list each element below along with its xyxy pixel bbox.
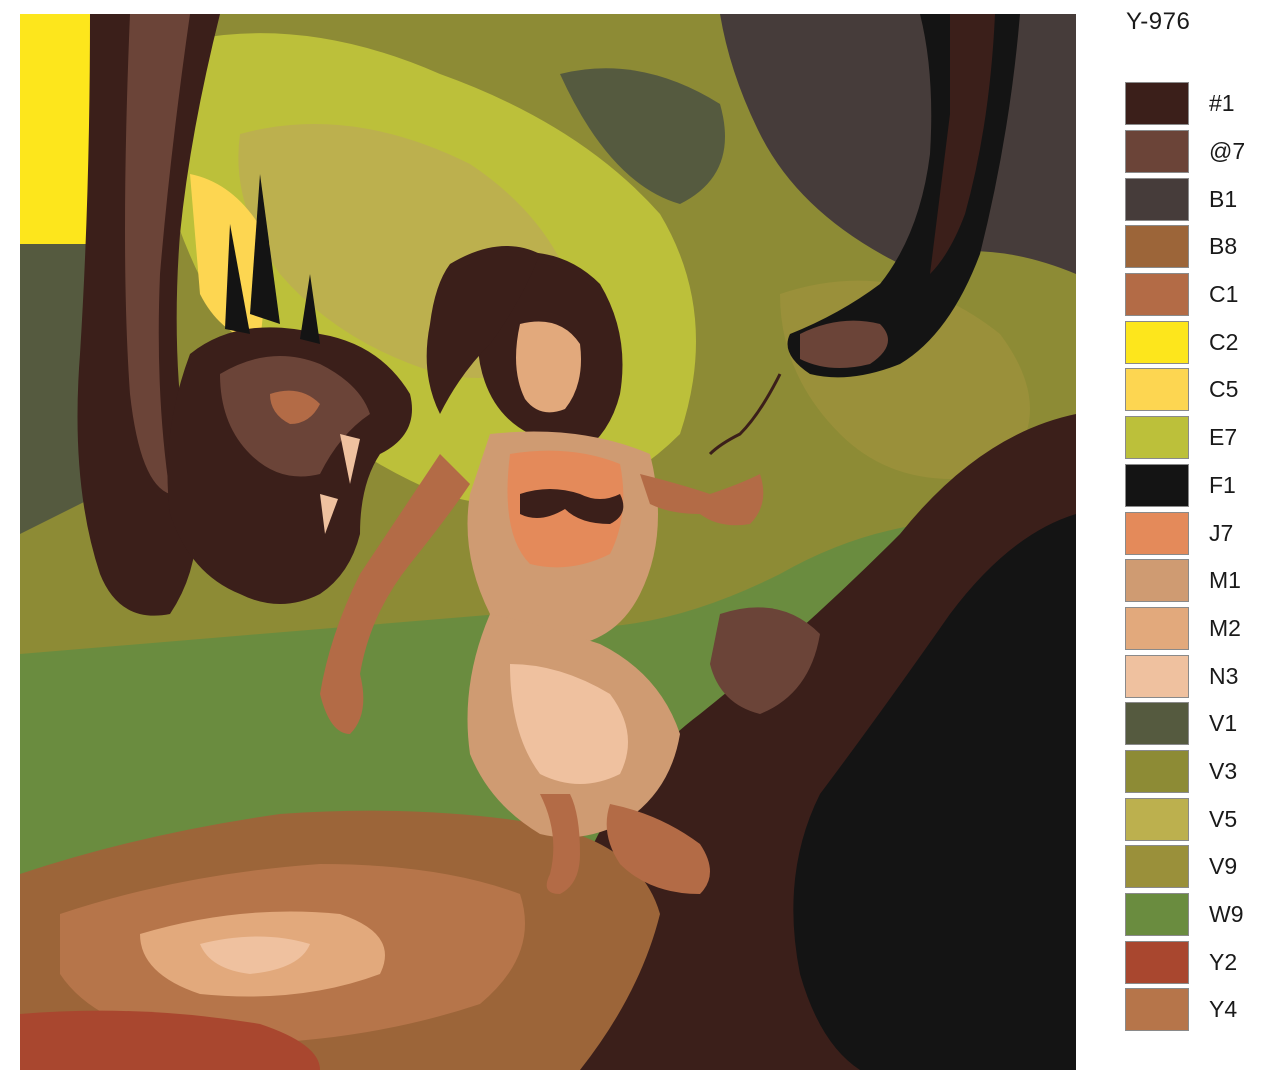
color-swatch [1125, 797, 1189, 841]
palette-entry: V9 [1125, 843, 1265, 891]
color-swatch [1125, 511, 1189, 555]
color-swatch [1125, 606, 1189, 650]
color-swatch [1125, 177, 1189, 221]
color-code-label: C1 [1209, 281, 1239, 308]
palette-entry: Y4 [1125, 986, 1265, 1034]
color-swatch [1125, 559, 1189, 603]
color-swatch [1125, 320, 1189, 364]
color-swatch [1125, 988, 1189, 1032]
color-palette-legend: #1 @7 B1 B8 C1 C2 C5 E7 F1 J7 M1 M2 N3 V1 V3 V5 V9 W9 Y2 Y4 [1125, 80, 1265, 1034]
color-code-label: Y2 [1209, 948, 1238, 975]
palette-entry: B8 [1125, 223, 1265, 271]
palette-entry: M1 [1125, 557, 1265, 605]
palette-entry: W9 [1125, 891, 1265, 939]
color-swatch [1125, 82, 1189, 126]
color-swatch [1125, 416, 1189, 460]
color-code-label: Y4 [1209, 996, 1238, 1023]
product-code: Y-976 [1126, 8, 1191, 35]
color-code-label: B8 [1209, 233, 1238, 260]
color-code-label: V3 [1209, 757, 1238, 784]
color-code-label: M2 [1209, 614, 1241, 641]
color-code-label: V1 [1209, 710, 1238, 737]
color-code-label: B1 [1209, 185, 1238, 212]
color-code-label: C5 [1209, 376, 1239, 403]
color-code-label: W9 [1209, 901, 1244, 928]
color-code-label: E7 [1209, 424, 1238, 451]
color-swatch [1125, 463, 1189, 507]
palette-entry: V3 [1125, 748, 1265, 796]
color-code-label: @7 [1209, 138, 1246, 165]
color-swatch [1125, 749, 1189, 793]
palette-entry: N3 [1125, 652, 1265, 700]
palette-entry: V5 [1125, 795, 1265, 843]
palette-entry: C5 [1125, 366, 1265, 414]
color-code-label: #1 [1209, 90, 1235, 117]
palette-entry: V1 [1125, 700, 1265, 748]
palette-entry: @7 [1125, 128, 1265, 176]
color-code-label: M1 [1209, 567, 1241, 594]
color-swatch [1125, 654, 1189, 698]
color-code-label: V5 [1209, 805, 1238, 832]
palette-entry: M2 [1125, 605, 1265, 653]
color-swatch [1125, 940, 1189, 984]
paint-by-number-artwork [20, 14, 1076, 1070]
color-code-label: N3 [1209, 662, 1239, 689]
color-swatch [1125, 845, 1189, 889]
color-code-label: F1 [1209, 471, 1236, 498]
color-swatch [1125, 368, 1189, 412]
color-swatch [1125, 273, 1189, 317]
color-swatch [1125, 225, 1189, 269]
color-code-label: V9 [1209, 853, 1238, 880]
color-code-label: C2 [1209, 328, 1239, 355]
artwork-illustration [20, 14, 1076, 1070]
color-swatch [1125, 893, 1189, 937]
color-swatch [1125, 130, 1189, 174]
palette-entry: J7 [1125, 509, 1265, 557]
palette-entry: B1 [1125, 175, 1265, 223]
palette-entry: E7 [1125, 414, 1265, 462]
palette-entry: Y2 [1125, 938, 1265, 986]
palette-entry: C1 [1125, 271, 1265, 319]
color-swatch [1125, 702, 1189, 746]
color-code-label: J7 [1209, 519, 1234, 546]
palette-entry: #1 [1125, 80, 1265, 128]
palette-entry: F1 [1125, 462, 1265, 510]
palette-entry: C2 [1125, 318, 1265, 366]
